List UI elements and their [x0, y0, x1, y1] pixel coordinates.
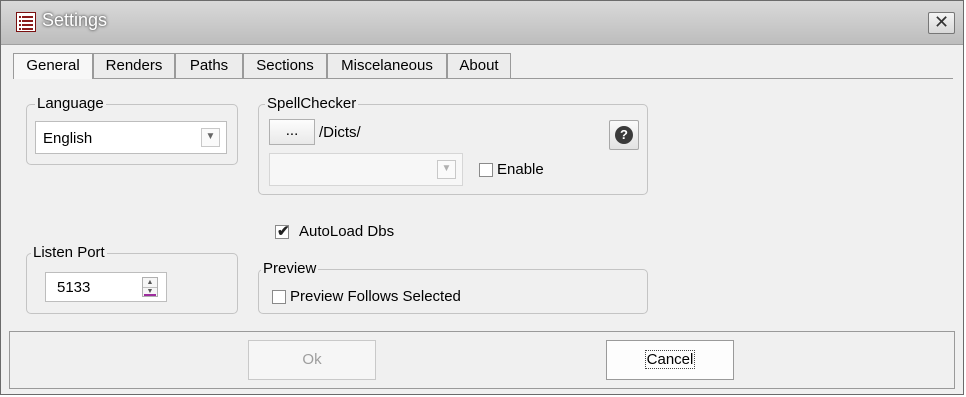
window-title: Settings [42, 10, 108, 30]
tab-divider [13, 78, 953, 79]
listen-port-group-label: Listen Port [31, 244, 107, 261]
help-icon: ? [615, 126, 633, 144]
cancel-button[interactable]: Cancel [606, 340, 734, 380]
cancel-button-label: Cancel [644, 350, 696, 369]
close-icon: ✕ [933, 12, 950, 32]
spin-accent-line [144, 294, 156, 296]
tab-paths[interactable]: Paths [175, 53, 243, 78]
spellchecker-group-label: SpellChecker [265, 95, 359, 112]
language-group: Language English ▼ [26, 96, 238, 165]
dicts-path: /Dicts/ [319, 124, 361, 141]
tab-miscelaneous[interactable]: Miscelaneous [327, 53, 447, 78]
language-selected-value: English [43, 130, 93, 147]
preview-follows-checkbox[interactable] [272, 290, 286, 304]
preview-follows-label: Preview Follows Selected [290, 288, 461, 305]
listen-port-value: 5133 [57, 279, 91, 296]
title-bar[interactable]: Settings ✕ [1, 1, 963, 45]
ok-button[interactable]: Ok [248, 340, 376, 380]
enable-spellcheck-label: Enable [497, 161, 544, 178]
autoload-dbs-label: AutoLoad Dbs [299, 223, 395, 240]
chevron-down-icon[interactable]: ▼ [437, 160, 456, 179]
close-button[interactable]: ✕ [928, 12, 955, 34]
browse-dicts-button[interactable]: ... [269, 119, 315, 145]
autoload-dbs-checkbox[interactable]: ✔ [275, 223, 290, 240]
tab-renders[interactable]: Renders [93, 53, 175, 78]
settings-window: Settings ✕ General Renders Paths Section… [0, 0, 964, 395]
dialog-footer: Ok Cancel [9, 331, 955, 389]
listen-port-spinbox[interactable]: 5133 ▲ ▼ [45, 272, 167, 302]
spin-arrows[interactable]: ▲ ▼ [142, 277, 158, 297]
language-dropdown[interactable]: English ▼ [35, 121, 227, 154]
dictionary-dropdown[interactable]: ▼ [269, 153, 463, 186]
enable-spellcheck-checkbox[interactable] [479, 163, 493, 177]
checkmark-icon: ✔ [277, 223, 290, 240]
tab-sections[interactable]: Sections [243, 53, 327, 78]
preview-group-label: Preview [261, 260, 319, 277]
spellchecker-group: SpellChecker ... /Dicts/ ? ▼ Enable [258, 96, 648, 195]
tab-about[interactable]: About [447, 53, 511, 78]
tab-general[interactable]: General [13, 53, 93, 79]
preview-group: Preview Preview Follows Selected [258, 261, 648, 314]
chevron-down-icon[interactable]: ▼ [201, 128, 220, 147]
help-button[interactable]: ? [609, 120, 639, 150]
listen-port-group: Listen Port 5133 ▲ ▼ [26, 245, 238, 314]
list-icon [16, 12, 36, 32]
language-group-label: Language [35, 95, 106, 112]
